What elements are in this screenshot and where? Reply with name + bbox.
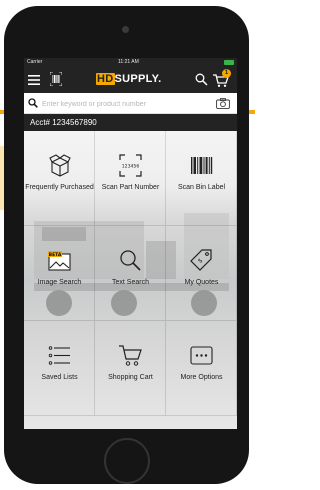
- more-icon: [190, 346, 213, 365]
- cart-icon: [119, 345, 142, 366]
- camera-icon[interactable]: [216, 98, 230, 109]
- cart-count-badge: 1: [222, 69, 231, 78]
- tile-shopping-cart[interactable]: Shopping Cart: [95, 321, 166, 416]
- svg-text:$: $: [197, 257, 205, 265]
- search-input[interactable]: [40, 96, 214, 112]
- hd-supply-logo: HDSUPPLY.: [96, 73, 162, 85]
- phone-speaker: [122, 26, 129, 33]
- tile-label: Shopping Cart: [108, 374, 153, 381]
- tile-scan-bin-label[interactable]: Scan Bin Label: [166, 131, 237, 226]
- tile-frequently-purchased[interactable]: Frequently Purchased: [24, 131, 95, 226]
- menu-icon[interactable]: [28, 74, 40, 86]
- status-time: 11:21 AM: [118, 59, 139, 65]
- box-icon: [49, 154, 71, 177]
- tile-scan-part-number[interactable]: 123456 Scan Part Number: [95, 131, 166, 226]
- tile-label: My Quotes: [184, 279, 219, 286]
- battery-icon: [224, 60, 234, 65]
- beta-badge: BETA: [49, 252, 62, 258]
- tile-image-search[interactable]: BETA Image Search: [24, 226, 95, 321]
- tile-label: Scan Part Number: [101, 184, 160, 191]
- status-bar: Carrier 11:21 AM: [24, 58, 237, 67]
- home-button[interactable]: [104, 438, 150, 484]
- image-icon: BETA: [48, 251, 71, 271]
- list-icon: [48, 346, 70, 365]
- quick-actions-grid: Frequently Purchased 123456 Scan Part Nu…: [24, 131, 237, 429]
- scan-part-number-text: 123456: [122, 164, 140, 170]
- barcode-scan-icon[interactable]: [50, 72, 62, 86]
- tile-my-quotes[interactable]: $ My Quotes: [166, 226, 237, 321]
- search-icon: [120, 250, 141, 271]
- tile-label: Image Search: [37, 279, 82, 286]
- tile-saved-lists[interactable]: Saved Lists: [24, 321, 95, 416]
- search-bar: [24, 93, 237, 114]
- app-header: HDSUPPLY. 1: [24, 67, 237, 93]
- barcode-icon: [191, 157, 213, 174]
- tag-icon: $: [190, 249, 212, 271]
- search-icon[interactable]: [195, 73, 208, 86]
- tile-label: Text Search: [112, 279, 149, 286]
- carrier-label: Carrier: [27, 59, 43, 65]
- scan-part-icon: 123456: [119, 154, 142, 177]
- tile-label: Scan Bin Label: [177, 184, 226, 191]
- search-field-icon: [28, 98, 38, 108]
- tile-label: Frequently Purchased: [25, 184, 94, 191]
- tile-more-options[interactable]: More Options: [166, 321, 237, 416]
- tile-label: More Options: [180, 374, 223, 381]
- tile-label: Saved Lists: [41, 374, 78, 381]
- account-number: Acct# 1234567890: [24, 114, 237, 132]
- tile-text-search[interactable]: Text Search: [95, 226, 166, 321]
- app-screen: Carrier 11:21 AM HDSUPPLY. 1 Enter keywo…: [24, 58, 237, 429]
